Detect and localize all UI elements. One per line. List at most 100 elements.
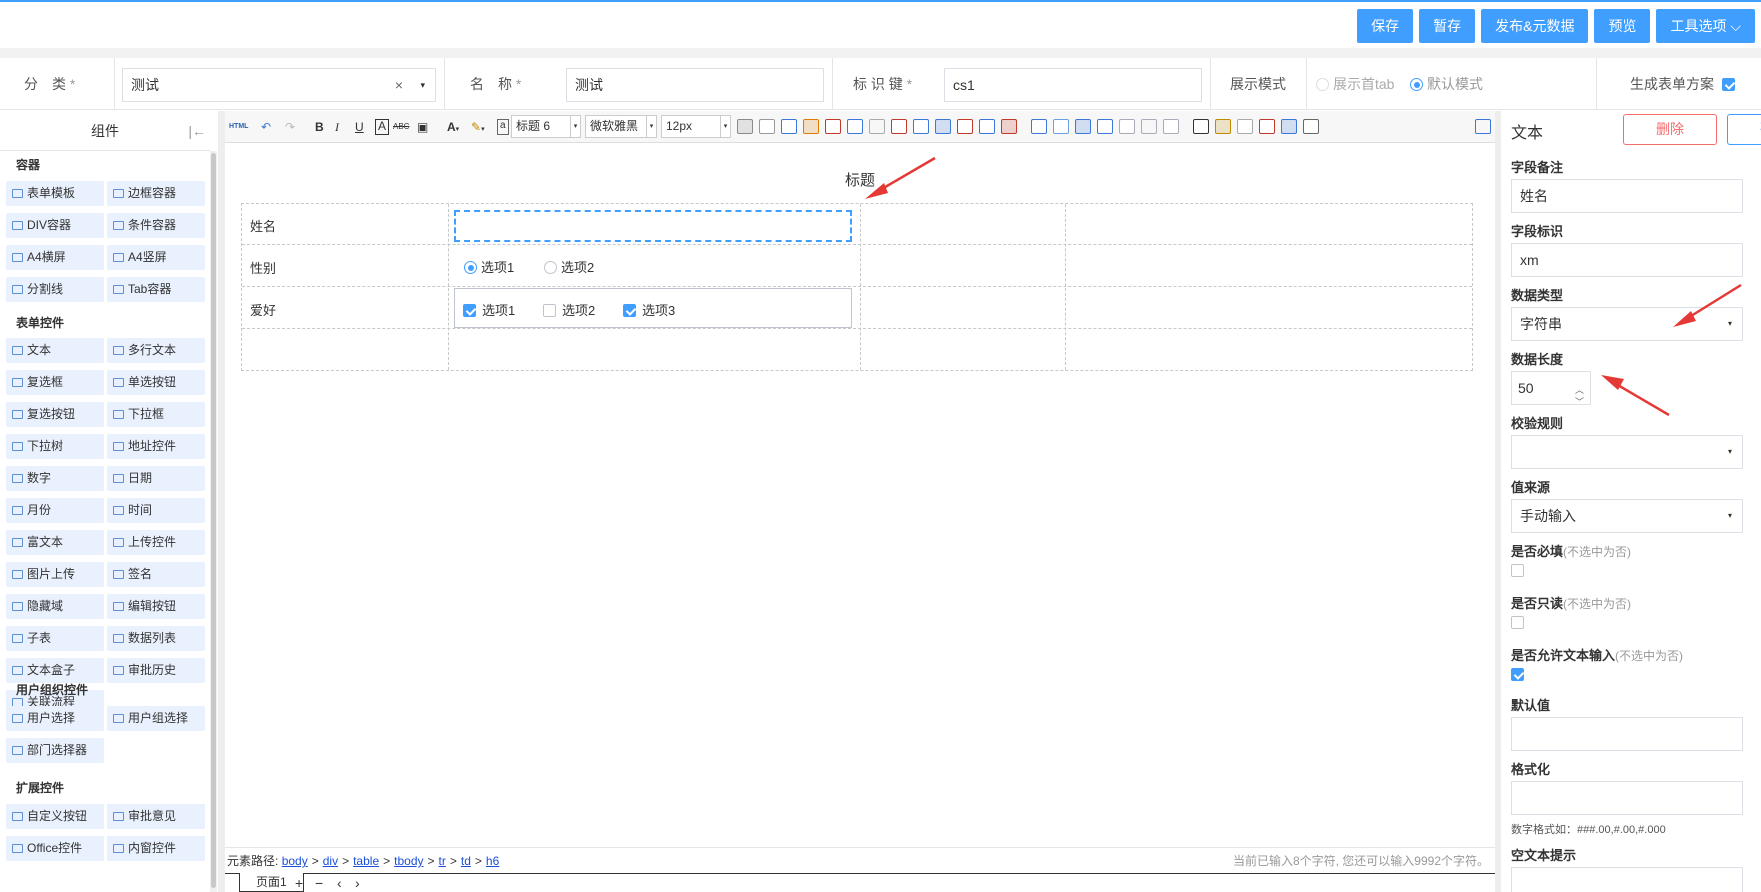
font-color-button[interactable]: A▾ (447, 119, 459, 135)
toolbar-tool-icon[interactable] (1303, 119, 1319, 134)
component-item[interactable]: 审批意见 (107, 804, 205, 829)
tool-options-button[interactable]: 工具选项 ⌵ (1656, 9, 1755, 43)
mode-first-tab-radio[interactable]: 展示首tab (1316, 58, 1394, 110)
component-item[interactable]: 数字 (6, 466, 104, 491)
toolbar-tool-icon[interactable] (913, 119, 929, 134)
gender-radio-2[interactable]: 选项2 (544, 257, 594, 276)
toolbar-tool-icon[interactable] (1215, 119, 1231, 134)
component-item[interactable]: 地址控件 (107, 434, 205, 459)
toolbar-tool-icon[interactable] (1281, 119, 1297, 134)
component-item[interactable]: 下拉框 (107, 402, 205, 427)
component-item[interactable]: 表单模板 (6, 181, 104, 206)
gender-radio-1[interactable]: 选项1 (464, 257, 514, 276)
draft-button[interactable]: 暂存 (1419, 9, 1476, 43)
name-input[interactable]: 测试 (566, 68, 824, 102)
hobby-checkbox-group[interactable]: 选项1 选项2 选项3 (454, 288, 852, 328)
component-item[interactable]: 审批历史 (107, 658, 205, 683)
selected-text-field[interactable] (454, 210, 852, 242)
hobby-checkbox-1[interactable]: 选项1 (463, 300, 515, 319)
validation-rule-select[interactable]: ▾ (1511, 435, 1743, 469)
font-size-select[interactable]: 12px ▾ (661, 115, 731, 138)
component-item[interactable]: 边框容器 (107, 181, 205, 206)
component-item[interactable]: 部门选择器 (6, 738, 104, 763)
toolbar-tool-icon[interactable] (847, 119, 863, 134)
form-table[interactable]: 姓名 性别 选项1 选项2 爱好 选项1 选项2 选项3 (241, 203, 1473, 371)
editor-canvas[interactable]: 标题 姓名 性别 选项1 选项2 爱好 选项1 选项2 选项3 (225, 143, 1495, 847)
component-item[interactable]: 富文本 (6, 530, 104, 555)
component-item[interactable]: 月份 (6, 498, 104, 523)
component-item[interactable]: 条件容器 (107, 213, 205, 238)
toolbar-tool-icon[interactable] (1193, 119, 1209, 134)
component-item[interactable]: 文本 (6, 338, 104, 363)
paste-icon[interactable]: ▣ (417, 119, 428, 135)
value-source-select[interactable]: 手动输入 ▾ (1511, 499, 1743, 533)
chevron-down-icon[interactable]: ﹀ (1575, 386, 1584, 418)
toolbar-tool-icon[interactable] (935, 119, 951, 134)
fullscreen-icon[interactable] (1475, 119, 1491, 134)
path-link[interactable]: table (353, 854, 379, 868)
component-item[interactable]: 单选按钮 (107, 370, 205, 395)
data-length-stepper[interactable]: 50 ︿ ﹀ (1511, 371, 1591, 407)
component-item[interactable]: 隐藏域 (6, 594, 104, 619)
toolbar-tool-icon[interactable] (869, 119, 885, 134)
add-page-icon[interactable]: + (295, 874, 303, 892)
required-checkbox[interactable] (1511, 563, 1524, 578)
component-item[interactable]: 数据列表 (107, 626, 205, 651)
component-item[interactable]: 编辑按钮 (107, 594, 205, 619)
empty-hint-input[interactable] (1511, 867, 1743, 892)
component-item[interactable]: DIV容器 (6, 213, 104, 238)
toolbar-tool-icon[interactable] (803, 119, 819, 134)
hobby-checkbox-2[interactable]: 选项2 (543, 300, 595, 319)
toolbar-tool-icon[interactable] (1141, 119, 1157, 134)
hobby-checkbox-3[interactable]: 选项3 (623, 300, 675, 319)
font-family-select[interactable]: 微软雅黑 ▾ (585, 115, 657, 138)
component-item[interactable]: 时间 (107, 498, 205, 523)
toolbar-tool-icon[interactable] (825, 119, 841, 134)
html-source-button[interactable]: HTML (229, 119, 248, 135)
format-input[interactable] (1511, 781, 1743, 815)
component-item[interactable]: 下拉树 (6, 434, 104, 459)
strikethrough-button[interactable]: ABC (393, 119, 409, 135)
toolbar-tool-icon[interactable] (737, 119, 753, 134)
path-link[interactable]: h6 (486, 854, 499, 868)
page-tab-1[interactable]: 页面1 (239, 873, 304, 892)
readonly-checkbox[interactable] (1511, 615, 1524, 630)
key-input[interactable]: cs1 (944, 68, 1202, 102)
toolbar-tool-icon[interactable] (957, 119, 973, 134)
text-box-icon[interactable]: a (497, 119, 509, 135)
toolbar-tool-icon[interactable] (1237, 119, 1253, 134)
component-item[interactable]: 复选按钮 (6, 402, 104, 427)
path-link[interactable]: td (461, 854, 471, 868)
path-link[interactable]: div (323, 854, 338, 868)
component-item[interactable]: 日期 (107, 466, 205, 491)
publish-metadata-button[interactable]: 发布&元数据 (1481, 9, 1589, 43)
component-item[interactable]: 上传控件 (107, 530, 205, 555)
component-item[interactable]: 多行文本 (107, 338, 205, 363)
toolbar-tool-icon[interactable] (1097, 119, 1113, 134)
path-link[interactable]: tr (439, 854, 446, 868)
next-page-icon[interactable]: › (355, 874, 360, 892)
confirm-button[interactable]: 确定 (1727, 114, 1761, 145)
toolbar-tool-icon[interactable] (1259, 119, 1275, 134)
clear-icon[interactable]: × (395, 69, 403, 101)
category-select[interactable]: 测试 × ▾ (122, 68, 436, 102)
generate-plan-checkbox[interactable] (1722, 58, 1735, 110)
component-item[interactable]: 图片上传 (6, 562, 104, 587)
redo-icon[interactable]: ↷ (285, 119, 295, 135)
toolbar-tool-icon[interactable] (1053, 119, 1069, 134)
component-item[interactable]: 自定义按钮 (6, 804, 104, 829)
border-font-button[interactable]: A (375, 119, 390, 135)
toolbar-tool-icon[interactable] (891, 119, 907, 134)
toolbar-tool-icon[interactable] (781, 119, 797, 134)
highlight-icon[interactable]: ✎▾ (471, 119, 485, 135)
component-item[interactable]: 文本盒子 (6, 658, 104, 683)
mode-default-radio[interactable]: 默认模式 (1410, 58, 1483, 110)
component-item[interactable]: 内窗控件 (107, 836, 205, 861)
bold-button[interactable]: B (315, 119, 324, 135)
remove-page-icon[interactable]: − (315, 874, 323, 892)
collapse-icon[interactable]: |← (188, 111, 206, 151)
left-splitter[interactable] (218, 111, 225, 892)
toolbar-tool-icon[interactable] (1001, 119, 1017, 134)
default-value-input[interactable] (1511, 717, 1743, 751)
toolbar-tool-icon[interactable] (979, 119, 995, 134)
